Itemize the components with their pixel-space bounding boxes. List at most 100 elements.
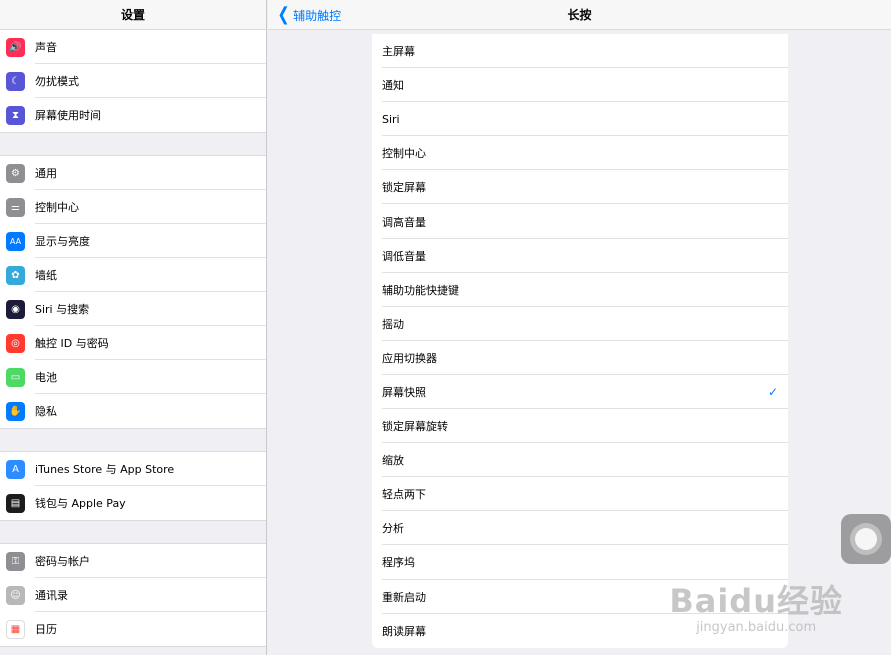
option-row[interactable]: 调低音量 (372, 239, 788, 273)
sidebar-item[interactable]: ✿ 墙纸 (0, 258, 266, 292)
toggles-icon: ⚌ (6, 197, 25, 217)
option-label: Siri (382, 112, 400, 126)
calendar-icon: ▦ (6, 619, 25, 639)
app-store-icon: A (6, 459, 25, 479)
chevron-left-icon: ❮ (277, 4, 290, 25)
sidebar-item[interactable]: ⚌ 控制中心 (0, 190, 266, 224)
sidebar-item-label: 墙纸 (35, 269, 57, 282)
sidebar-item[interactable]: 🔊 声音 (0, 30, 266, 64)
sidebar-item[interactable]: ▤ 钱包与 Apple Pay (0, 486, 266, 520)
speaker-icon: 🔊 (6, 37, 25, 57)
option-row[interactable]: 重新启动 (372, 580, 788, 614)
sidebar-title: 设置 (0, 0, 266, 30)
option-label: 摇动 (382, 317, 404, 331)
options-scroll-area[interactable]: 主屏幕通知 Siri 控制中心锁定屏幕调高音量调低音量辅助功能快捷键 摇动应用切换器屏… (268, 31, 891, 655)
sidebar-item-label: 密码与帐户 (35, 555, 90, 568)
option-label: 屏幕快照 (382, 385, 426, 399)
sidebar-item[interactable]: ▭ 电池 (0, 360, 266, 394)
sidebar-group: 🔊 声音 ☾ 勿扰模式 ⧗ 屏幕使用时间 (0, 30, 266, 133)
flower-icon: ✿ (6, 265, 25, 285)
hand-icon: ✋ (6, 401, 25, 421)
option-row[interactable]: 缩放 (372, 443, 788, 478)
contacts-icon: ☺ (6, 585, 25, 605)
hourglass-icon: ⧗ (6, 105, 25, 125)
assistive-touch-ring (850, 523, 882, 555)
option-label: 分析 (382, 522, 404, 536)
option-row[interactable]: 朗读屏幕 (372, 614, 788, 648)
sidebar-item[interactable]: ⚙ 通用 (0, 156, 266, 190)
sidebar-item-label: 隐私 (35, 405, 57, 418)
checkmark-icon: ✓ (767, 384, 778, 399)
sidebar-item-label: Siri 与搜索 (35, 303, 90, 316)
option-row[interactable]: 屏幕快照 ✓ (372, 375, 788, 410)
option-label: 主屏幕 (382, 45, 415, 59)
option-label: 辅助功能快捷键 (382, 283, 459, 297)
option-label: 缩放 (382, 454, 404, 468)
sidebar-item[interactable]: AA 显示与亮度 (0, 224, 266, 258)
sidebar-item-label: 通讯录 (35, 589, 68, 602)
option-label: 程序坞 (382, 556, 415, 570)
option-label: 调低音量 (382, 249, 426, 263)
sidebar-item-label: 勿扰模式 (35, 75, 79, 88)
option-row[interactable]: 轻点两下 (372, 477, 788, 512)
option-row[interactable]: 程序坞 (372, 545, 788, 580)
sidebar-item-label: iTunes Store 与 App Store (35, 463, 175, 476)
option-row[interactable]: 调高音量 (372, 204, 788, 239)
option-row[interactable]: 锁定屏幕 (372, 170, 788, 205)
sidebar-groups: 🔊 声音 ☾ 勿扰模式 ⧗ 屏幕使用时间 ⚙ 通用 ⚌ 控制中心 AA 显示与亮度 ✿ 墙纸 ◉ Siri 与… (0, 30, 266, 647)
navigation-bar: ❮ 辅助触控 长按 (268, 0, 891, 30)
page-title: 长按 (567, 8, 592, 22)
sidebar-group: ⚿ 密码与帐户 ☺ 通讯录 ▦ 日历 (0, 543, 266, 647)
back-button[interactable]: ❮ 辅助触控 (276, 0, 342, 30)
option-row[interactable]: 控制中心 (372, 136, 788, 171)
long-press-options-list: 主屏幕通知 Siri 控制中心锁定屏幕调高音量调低音量辅助功能快捷键 摇动应用切换器屏… (372, 34, 788, 648)
sidebar-item-label: 声音 (35, 41, 57, 54)
sidebar-item[interactable]: ⚿ 密码与帐户 (0, 544, 266, 578)
option-row[interactable]: 主屏幕 (372, 34, 788, 69)
sidebar-item[interactable]: ✋ 隐私 (0, 394, 266, 428)
moon-icon: ☾ (6, 71, 25, 91)
sidebar-item-label: 钱包与 Apple Pay (35, 497, 126, 510)
option-row[interactable]: 应用切换器 (372, 341, 788, 376)
sidebar-item[interactable]: ☺ 通讯录 (0, 578, 266, 612)
option-row[interactable]: Siri (372, 102, 788, 137)
option-label: 锁定屏幕 (382, 181, 426, 195)
option-row[interactable]: 分析 (372, 511, 788, 546)
key-icon: ⚿ (6, 551, 25, 571)
option-label: 轻点两下 (382, 488, 426, 502)
assistive-touch-dot (855, 528, 877, 550)
option-label: 控制中心 (382, 147, 426, 161)
sidebar-item[interactable]: ▦ 日历 (0, 612, 266, 646)
sidebar-item-label: 屏幕使用时间 (35, 109, 101, 122)
sidebar-item-label: 日历 (35, 623, 57, 636)
detail-pane: 主屏幕通知 Siri 控制中心锁定屏幕调高音量调低音量辅助功能快捷键 摇动应用切换器屏… (268, 0, 891, 655)
battery-icon: ▭ (6, 367, 25, 387)
option-row[interactable]: 锁定屏幕旋转 (372, 409, 788, 444)
sidebar-item-label: 显示与亮度 (35, 235, 90, 248)
option-label: 应用切换器 (382, 351, 437, 365)
sidebar-item-label: 触控 ID 与密码 (35, 337, 109, 350)
sidebar-group: ⚙ 通用 ⚌ 控制中心 AA 显示与亮度 ✿ 墙纸 ◉ Siri 与搜索 ◎ 触控 ID 与密码 ▭ 电池… (0, 155, 266, 429)
fingerprint-icon: ◎ (6, 333, 25, 353)
sidebar-item[interactable]: AiTunes Store 与 App Store (0, 452, 266, 486)
sidebar-item-label: 通用 (35, 167, 57, 180)
sidebar-item[interactable]: ☾ 勿扰模式 (0, 64, 266, 98)
sidebar-item[interactable]: ⧗ 屏幕使用时间 (0, 98, 266, 132)
option-label: 朗读屏幕 (382, 624, 426, 638)
option-label: 调高音量 (382, 215, 426, 229)
wallet-icon: ▤ (6, 493, 25, 513)
gear-icon: ⚙ (6, 163, 25, 183)
sidebar-item-label: 控制中心 (35, 201, 79, 214)
text-size-icon: AA (6, 231, 25, 251)
option-label: 锁定屏幕旋转 (382, 420, 448, 434)
back-button-label: 辅助触控 (293, 8, 342, 23)
assistive-touch-button[interactable] (841, 514, 891, 564)
sidebar-item[interactable]: ◎ 触控 ID 与密码 (0, 326, 266, 360)
option-row[interactable]: 摇动 (372, 307, 788, 341)
option-row[interactable]: 通知 (372, 68, 788, 103)
settings-sidebar: 设置 🔊 声音 ☾ 勿扰模式 ⧗ 屏幕使用时间 ⚙ 通用 ⚌ 控制中心 AA 显示与亮度 ✿ 墙纸 ◉ Sir… (0, 0, 267, 655)
sidebar-item[interactable]: ◉ Siri 与搜索 (0, 292, 266, 326)
option-row[interactable]: 辅助功能快捷键 (372, 273, 788, 307)
sidebar-item-label: 电池 (35, 371, 57, 384)
option-label: 通知 (382, 79, 404, 93)
